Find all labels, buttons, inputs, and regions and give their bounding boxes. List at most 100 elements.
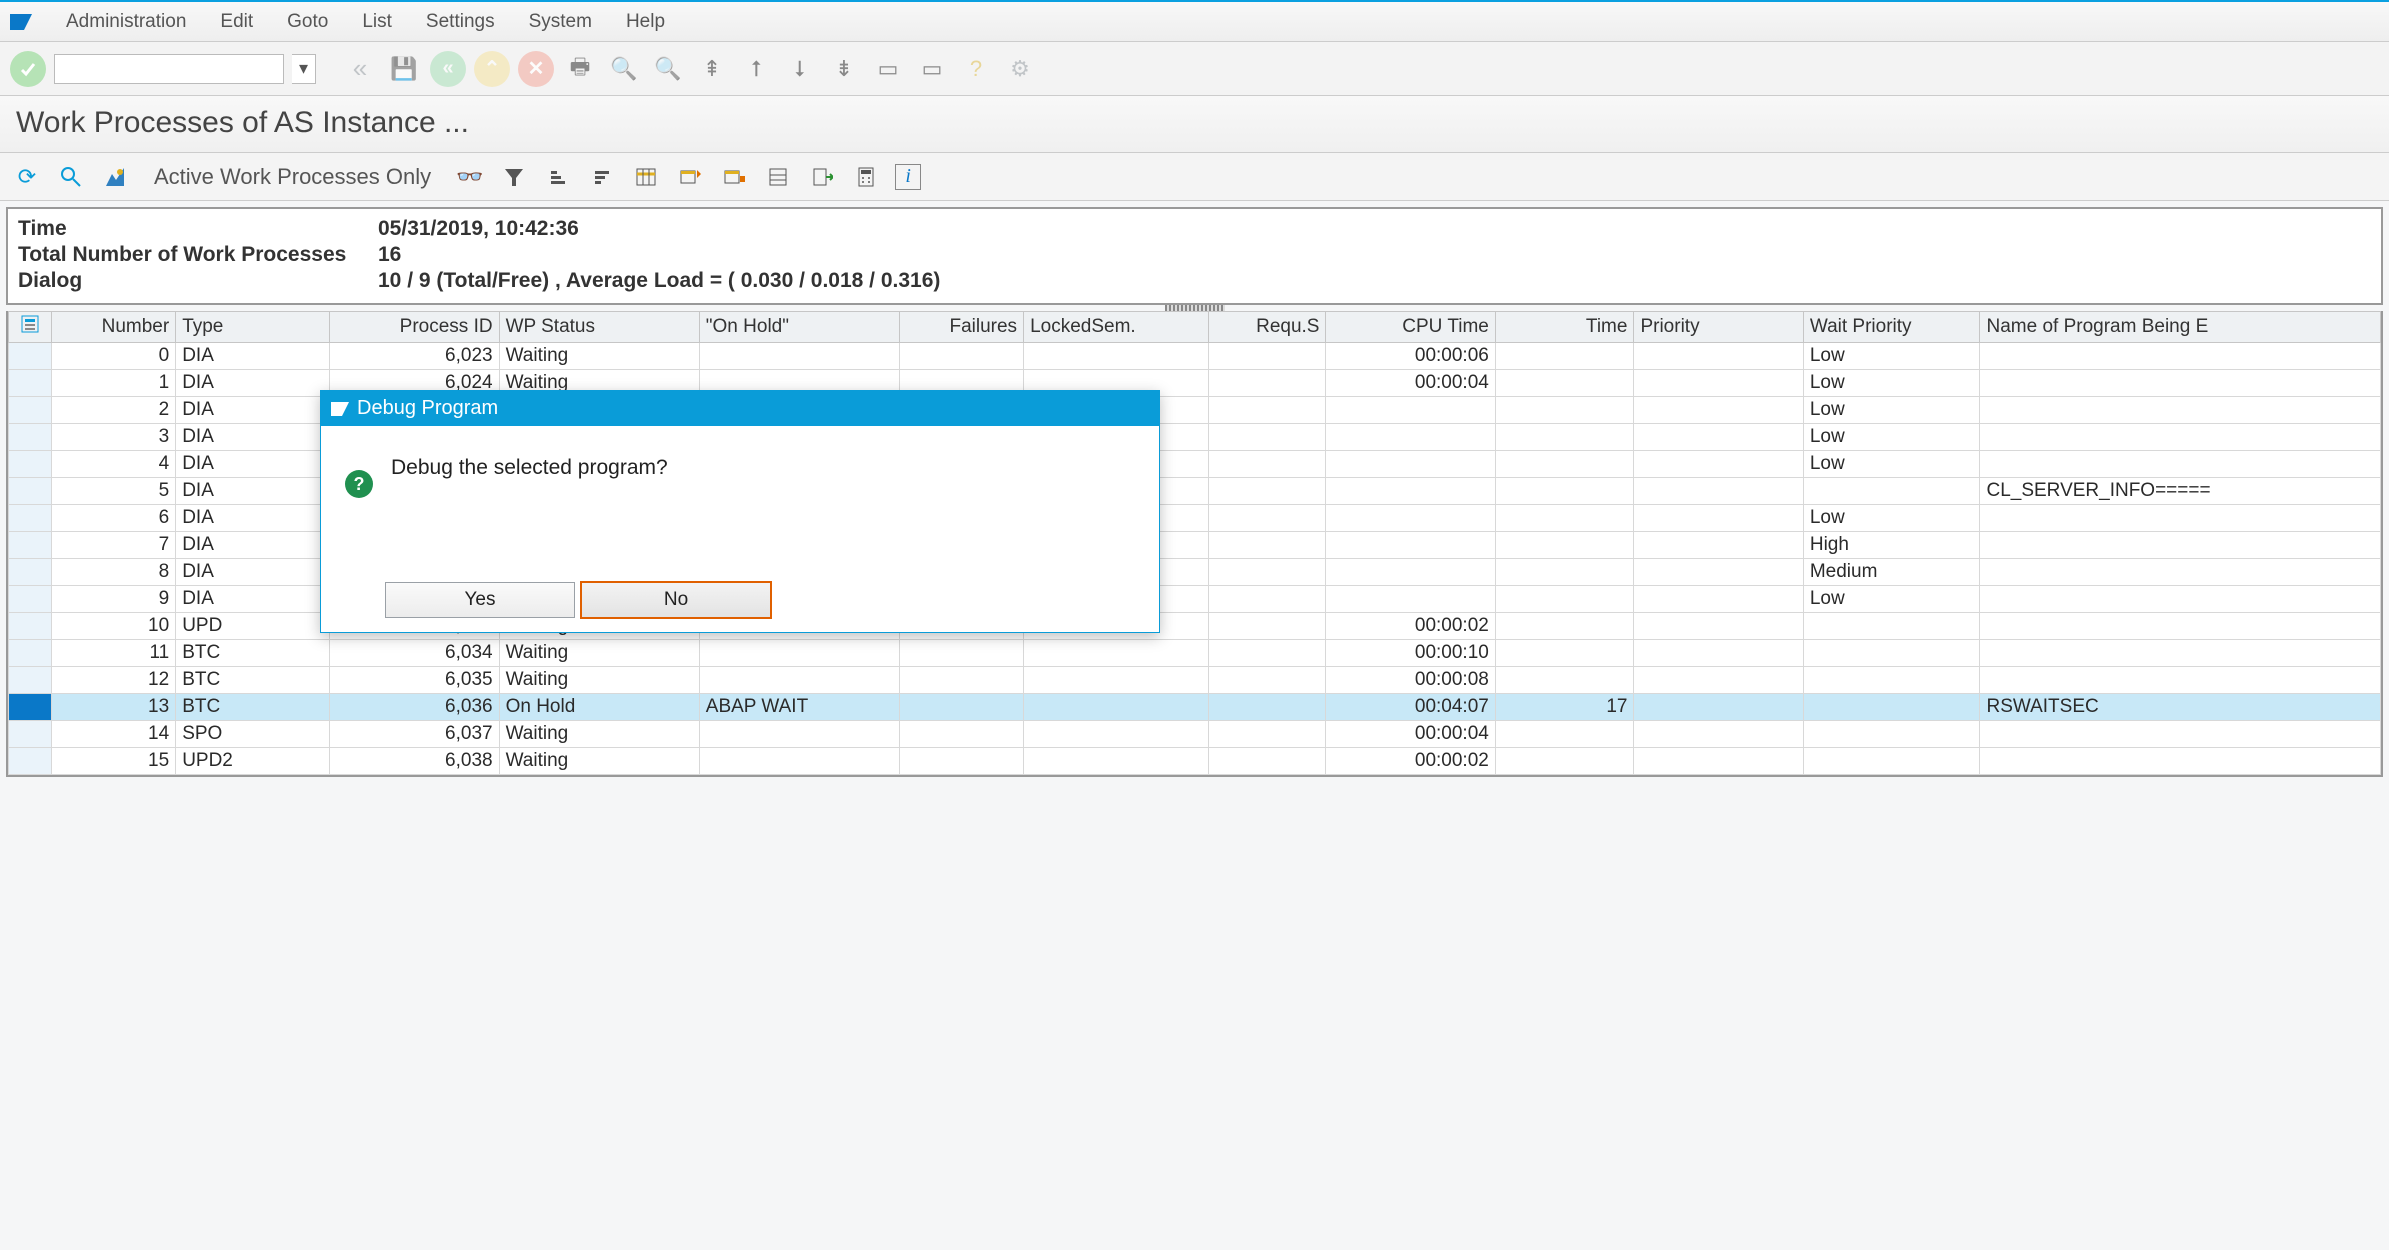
col-cputime[interactable]: CPU Time [1326, 312, 1495, 343]
filter-icon[interactable] [499, 162, 529, 192]
row-selector[interactable] [9, 694, 52, 721]
col-pid[interactable]: Process ID [330, 312, 499, 343]
info-icon[interactable]: i [895, 164, 921, 190]
dialog-titlebar[interactable]: Debug Program [321, 391, 1159, 426]
cell-pid: 6,023 [330, 343, 499, 370]
row-selector[interactable] [9, 505, 52, 532]
row-selector[interactable] [9, 721, 52, 748]
cell-pid: 6,038 [330, 748, 499, 775]
sort-desc-icon[interactable] [587, 162, 617, 192]
col-failures[interactable]: Failures [899, 312, 1023, 343]
col-time[interactable]: Time [1495, 312, 1634, 343]
row-selector[interactable] [9, 586, 52, 613]
row-selector[interactable] [9, 559, 52, 586]
help-icon[interactable]: ? [958, 51, 994, 87]
layout-icon[interactable] [631, 162, 661, 192]
table-row[interactable]: 12BTC6,035Waiting00:00:08 [9, 667, 2381, 694]
menu-list[interactable]: List [358, 9, 396, 35]
next-page-icon[interactable]: ⭣ [782, 51, 818, 87]
cell-status: On Hold [499, 694, 699, 721]
cell-number: 13 [52, 694, 176, 721]
exit-icon[interactable]: ⌃ [474, 51, 510, 87]
col-requs[interactable]: Requ.S [1208, 312, 1326, 343]
layout-save-icon[interactable] [719, 162, 749, 192]
find-icon[interactable]: 🔍 [606, 51, 642, 87]
col-number[interactable]: Number [52, 312, 176, 343]
select-all-header[interactable] [9, 312, 52, 343]
row-selector[interactable] [9, 343, 52, 370]
cell-status: Waiting [499, 667, 699, 694]
row-selector[interactable] [9, 451, 52, 478]
row-selector[interactable] [9, 478, 52, 505]
enter-icon[interactable] [10, 51, 46, 87]
layout-change-icon[interactable] [675, 162, 705, 192]
cell-type: BTC [176, 694, 330, 721]
prev-page-icon[interactable]: ⭡ [738, 51, 774, 87]
cell-onhold [699, 343, 899, 370]
col-priority[interactable]: Priority [1634, 312, 1803, 343]
menu-administration[interactable]: Administration [62, 9, 190, 35]
row-selector[interactable] [9, 667, 52, 694]
col-program[interactable]: Name of Program Being E [1980, 312, 2381, 343]
cell-number: 2 [52, 397, 176, 424]
cancel-icon[interactable]: ✕ [518, 51, 554, 87]
yes-button[interactable]: Yes [385, 582, 575, 618]
table-row[interactable]: 14SPO6,037Waiting00:00:04 [9, 721, 2381, 748]
chart-icon[interactable] [100, 162, 130, 192]
summary-panel: Time 05/31/2019, 10:42:36 Total Number o… [6, 207, 2383, 305]
cell-requs [1208, 478, 1326, 505]
print-icon[interactable]: 🖶 [562, 51, 598, 87]
total-icon[interactable] [763, 162, 793, 192]
row-selector[interactable] [9, 748, 52, 775]
menu-edit[interactable]: Edit [216, 9, 257, 35]
details-icon[interactable] [56, 162, 86, 192]
cell-type: DIA [176, 343, 330, 370]
calculator-icon[interactable] [851, 162, 881, 192]
cell-wait-priority: Low [1803, 370, 1980, 397]
back-icon[interactable]: « [342, 51, 378, 87]
customize-icon[interactable]: ⚙ [1002, 51, 1038, 87]
row-selector[interactable] [9, 613, 52, 640]
row-selector[interactable] [9, 370, 52, 397]
question-icon: ? [345, 470, 373, 498]
first-page-icon[interactable]: ⇞ [694, 51, 730, 87]
command-dropdown-icon[interactable]: ▾ [292, 54, 316, 84]
cell-requs [1208, 559, 1326, 586]
table-row[interactable]: 15UPD26,038Waiting00:00:02 [9, 748, 2381, 775]
row-selector[interactable] [9, 424, 52, 451]
col-type[interactable]: Type [176, 312, 330, 343]
table-row[interactable]: 13BTC6,036On HoldABAP WAIT00:04:0717RSWA… [9, 694, 2381, 721]
row-selector[interactable] [9, 532, 52, 559]
no-button[interactable]: No [581, 582, 771, 618]
row-selector[interactable] [9, 397, 52, 424]
menu-system[interactable]: System [525, 9, 596, 35]
menu-goto[interactable]: Goto [283, 9, 332, 35]
new-session-icon[interactable]: ▭ [870, 51, 906, 87]
back-circle-icon[interactable]: « [430, 51, 466, 87]
cell-number: 5 [52, 478, 176, 505]
col-onhold[interactable]: "On Hold" [699, 312, 899, 343]
col-status[interactable]: WP Status [499, 312, 699, 343]
menu-settings[interactable]: Settings [422, 9, 499, 35]
row-selector[interactable] [9, 640, 52, 667]
cell-type: DIA [176, 370, 330, 397]
refresh-icon[interactable]: ⟳ [12, 162, 42, 192]
command-field[interactable] [54, 54, 284, 84]
glasses-icon[interactable]: 👓 [455, 162, 485, 192]
col-wait-priority[interactable]: Wait Priority [1803, 312, 1980, 343]
shortcut-icon[interactable]: ▭ [914, 51, 950, 87]
export-icon[interactable] [807, 162, 837, 192]
table-row[interactable]: 11BTC6,034Waiting00:00:10 [9, 640, 2381, 667]
table-row[interactable]: 0DIA6,023Waiting00:00:06Low [9, 343, 2381, 370]
cell-requs [1208, 532, 1326, 559]
sap-logo-icon [10, 11, 32, 33]
cell-wait-priority: Low [1803, 343, 1980, 370]
last-page-icon[interactable]: ⇟ [826, 51, 862, 87]
find-next-icon[interactable]: 🔍 [650, 51, 686, 87]
save-icon[interactable]: 💾 [386, 51, 422, 87]
col-lockedsem[interactable]: LockedSem. [1024, 312, 1209, 343]
sort-asc-icon[interactable] [543, 162, 573, 192]
cell-type: SPO [176, 721, 330, 748]
cell-type: DIA [176, 424, 330, 451]
menu-help[interactable]: Help [622, 9, 669, 35]
